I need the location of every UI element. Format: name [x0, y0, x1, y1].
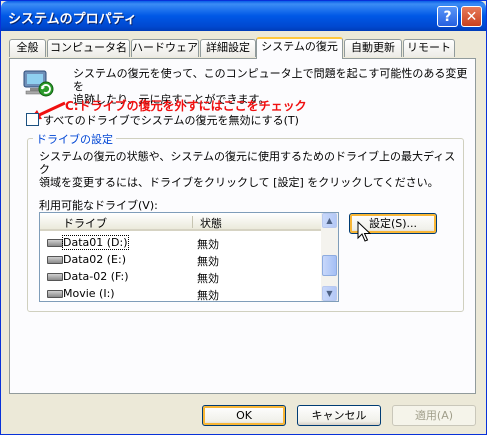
tab-hardware[interactable]: ハードウェア: [131, 39, 199, 57]
tab-computer-name[interactable]: コンピュータ名: [47, 39, 130, 57]
mouse-pointer-icon: [357, 221, 371, 242]
system-restore-icon: [23, 70, 54, 97]
help-button[interactable]: ?: [437, 6, 458, 27]
tab-remote[interactable]: リモート: [403, 39, 455, 57]
scroll-up-button[interactable]: ▲: [322, 213, 337, 228]
drive-name: Movie (I:): [63, 287, 115, 300]
scroll-down-button[interactable]: ▼: [322, 286, 337, 301]
window-title: システムのプロパティ: [8, 12, 137, 27]
hard-drive-icon: [47, 239, 63, 247]
tab-automatic-updates[interactable]: 自動更新: [344, 39, 402, 57]
drive-list[interactable]: ドライブ 状態 Data01 (D:) 無効 Data02 (E:) 無効 Da…: [39, 212, 339, 302]
drive-list-header: ドライブ 状態: [40, 213, 321, 231]
column-header-drive[interactable]: ドライブ: [63, 215, 107, 231]
drive-status: 無効: [197, 272, 219, 285]
title-bar[interactable]: システムのプロパティ ? ✕: [1, 1, 486, 31]
available-drives-label: 利用可能なドライブ(V):: [39, 199, 158, 212]
hard-drive-icon: [47, 273, 63, 281]
drive-name: Data02 (E:): [63, 253, 126, 266]
drive-row[interactable]: Movie (I:) 無効: [40, 285, 321, 302]
apply-button[interactable]: 適用(A): [392, 405, 476, 426]
drive-list-scrollbar[interactable]: ▲ ▼: [321, 213, 338, 301]
drive-status: 無効: [197, 289, 219, 302]
drive-row[interactable]: Data02 (E:) 無効: [40, 251, 321, 268]
drive-name: Data-02 (F:): [63, 270, 129, 283]
cancel-button[interactable]: キャンセル: [297, 405, 381, 426]
drive-name: Data01 (D:): [62, 235, 129, 250]
ok-button[interactable]: OK: [202, 405, 286, 426]
disable-all-drives-label[interactable]: すべてのドライブでシステムの復元を無効にする(T): [43, 112, 299, 128]
drive-row[interactable]: Data01 (D:) 無効: [40, 234, 321, 251]
column-header-status[interactable]: 状態: [200, 215, 222, 231]
drive-settings-description: システムの復元の状態や、システムの復元に使用するためのドライブ上の最大ディスク …: [39, 150, 456, 189]
disable-all-drives-checkbox[interactable]: [26, 113, 39, 126]
drive-status: 無効: [197, 255, 219, 268]
system-properties-window: システムのプロパティ ? ✕ 全般 コンピュータ名 ハードウェア 詳細設定 シス…: [0, 0, 487, 435]
hard-drive-icon: [47, 256, 63, 264]
drive-status: 無効: [197, 238, 219, 251]
column-separator[interactable]: [192, 216, 193, 228]
tab-advanced[interactable]: 詳細設定: [200, 39, 256, 57]
tab-general[interactable]: 全般: [9, 39, 46, 57]
hard-drive-icon: [47, 290, 63, 298]
drive-settings-legend: ドライブの設定: [33, 131, 116, 147]
drive-row[interactable]: Data-02 (F:) 無効: [40, 268, 321, 285]
close-button[interactable]: ✕: [461, 6, 482, 27]
tab-system-restore[interactable]: システムの復元: [256, 37, 343, 59]
scrollbar-thumb[interactable]: [322, 255, 337, 276]
